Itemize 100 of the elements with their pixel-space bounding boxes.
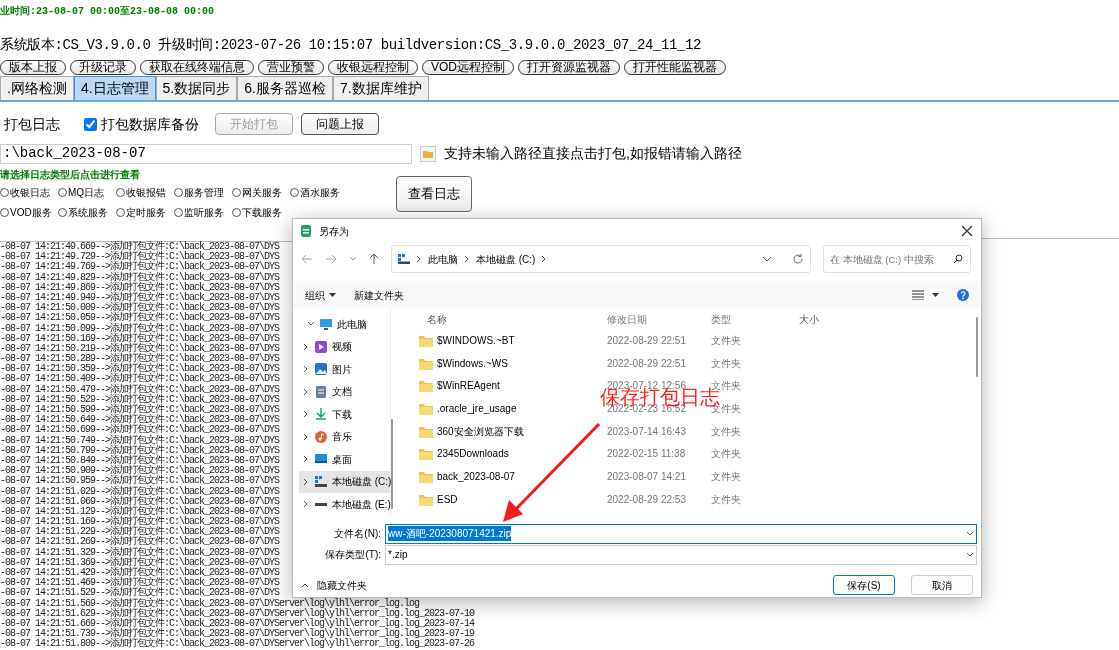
forward-icon[interactable] <box>325 254 337 264</box>
search-field[interactable]: 在 本地磁盘 (C:) 中搜索 <box>823 245 971 273</box>
radio-button[interactable] <box>174 187 183 197</box>
nav-item[interactable]: 图片 <box>299 358 390 381</box>
file-name[interactable]: 360安全浏览器下载 <box>437 423 524 439</box>
file-type: 文件夹 <box>711 356 742 371</box>
tool-button[interactable]: 收银远程控制 <box>328 60 418 75</box>
nav-item[interactable]: 视频 <box>299 335 390 358</box>
nav-item[interactable]: 下载 <box>299 403 390 426</box>
tab[interactable]: 4.日志管理 <box>73 76 156 100</box>
radio-button[interactable] <box>0 187 9 197</box>
tool-button[interactable]: 获取在线终端信息 <box>140 60 254 75</box>
radio-label: 收银报错 <box>126 185 166 200</box>
close-icon[interactable] <box>961 225 973 237</box>
radio-button[interactable] <box>232 187 241 197</box>
nav-item[interactable]: 此电脑 <box>299 313 390 336</box>
caret-icon <box>301 582 309 588</box>
refresh-icon[interactable] <box>792 253 804 265</box>
file-date: 2023-07-14 16:43 <box>607 424 687 439</box>
breadcrumb-item[interactable]: 本地磁盘 (C:) <box>476 251 536 267</box>
radio-button[interactable] <box>0 207 9 217</box>
hide-folders-toggle[interactable]: 隐藏文件夹 <box>317 577 367 593</box>
organize-menu[interactable]: 组织 <box>305 287 325 303</box>
log-line: -08-07 14:21:50.059-->添加打包文件:C:\back_2023-08-07\DYS <box>0 313 280 324</box>
log-line: -08-07 14:21:51.669-->添加打包文件:C:\back_2023-08-07\DYServer\log\ylhl\error_log.log_2023-07-14 <box>0 618 475 629</box>
log-line: -08-07 14:21:49.769-->添加打包文件:C:\back_2023-08-07\DYS <box>0 262 280 273</box>
log-line: -08-07 14:21:50.529-->添加打包文件:C:\back_2023-08-07\DYS <box>0 394 280 405</box>
nav-item[interactable]: 本地磁盘 (E:) <box>299 493 390 515</box>
log-line: -08-07 14:21:51.429-->添加打包文件:C:\back_2023-08-07\DYS <box>0 568 280 578</box>
file-type: 文件夹 <box>711 492 742 507</box>
file-name[interactable]: back_2023-08-07 <box>437 468 515 484</box>
tool-button[interactable]: 升级记录 <box>70 60 136 75</box>
file-date: 2022-08-29 22:53 <box>607 492 687 507</box>
view-icon[interactable] <box>912 290 924 300</box>
breadcrumb-item[interactable]: 此电脑 <box>428 251 458 267</box>
log-line: -08-07 14:21:50.749-->添加打包文件:C:\back_2023-08-07\DYS <box>0 435 280 446</box>
radio-label: 监听服务 <box>184 205 224 220</box>
checkbox-label: 打包数据库备份 <box>101 114 199 134</box>
tool-button[interactable]: 打开性能监视器 <box>624 60 726 75</box>
new-folder-button[interactable]: 新建文件夹 <box>354 287 894 303</box>
tool-button[interactable]: 打开资源监视器 <box>518 60 620 75</box>
up-icon[interactable] <box>369 253 379 265</box>
tool-button[interactable]: 版本上报 <box>0 60 66 75</box>
tab[interactable]: 7.数据库维护 <box>332 76 429 100</box>
nav-item[interactable]: 本地磁盘 (C:) <box>299 470 390 493</box>
search-icon[interactable] <box>953 254 963 264</box>
tab[interactable]: 6.服务器巡检 <box>237 76 333 100</box>
view-log-button[interactable]: 查看日志 <box>396 176 472 212</box>
tab[interactable]: .网络检测 <box>0 76 74 100</box>
computer-icon <box>320 318 332 331</box>
radio-button[interactable] <box>58 207 67 217</box>
file-name[interactable]: ESD <box>437 491 458 507</box>
log-line: -08-07 14:21:51.129-->添加打包文件:C:\back_2023-08-07\DYS <box>0 506 280 517</box>
file-name[interactable]: $Windows.~WS <box>437 355 508 371</box>
folder-icon <box>419 492 433 506</box>
cancel-button[interactable]: 取消 <box>911 575 973 595</box>
app-icon <box>301 225 311 237</box>
log-line: -08-07 14:21:51.269-->添加打包文件:C:\back_2023-08-07\DYS <box>0 537 280 548</box>
nav-item[interactable]: 桌面 <box>299 448 390 471</box>
tool-button[interactable]: VOD远程控制 <box>422 60 514 75</box>
column-header[interactable]: 类型 <box>711 311 799 327</box>
chevron-icon <box>416 255 422 263</box>
radio-button[interactable] <box>174 207 183 217</box>
radio-button[interactable] <box>116 187 125 197</box>
file-name[interactable]: .oracle_jre_usage <box>437 400 517 416</box>
log-line: -08-07 14:21:50.099-->添加打包文件:C:\back_2023-08-07\DYS <box>0 323 280 334</box>
save-button[interactable]: 保存(S) <box>833 575 895 595</box>
log-line: -08-07 14:21:49.829-->添加打包文件:C:\back_2023-08-07\DYS <box>0 272 280 283</box>
radio-button[interactable] <box>232 207 241 217</box>
address-bar[interactable]: 此电脑 本地磁盘 (C:) <box>391 245 811 273</box>
path-field[interactable]: :\back_2023-08-07 <box>0 143 412 164</box>
radio-button[interactable] <box>290 187 299 197</box>
chevron-icon <box>302 342 310 351</box>
radio-button[interactable] <box>58 187 67 197</box>
file-name[interactable]: 2345Downloads <box>437 446 509 462</box>
radio-label: 酒水服务 <box>300 185 340 200</box>
dropdown-icon[interactable] <box>762 256 772 262</box>
nav-item[interactable]: 文档 <box>299 380 390 403</box>
tab[interactable]: 5.数据同步 <box>155 76 238 100</box>
version-info-text: 系统版本:CS_V3.9.0.0 升级时间:2023-07-26 10:15:07 buildversion:CS_3.9.0.0_2023_07_24_11_12 <box>0 36 702 55</box>
caret-icon[interactable] <box>349 256 357 262</box>
radio-button[interactable] <box>116 207 125 217</box>
help-icon[interactable] <box>957 289 969 301</box>
file-name[interactable]: $WINDOWS.~BT <box>437 332 515 348</box>
back-icon[interactable] <box>301 254 313 264</box>
filename-field[interactable]: ww-酒吧-202308071421.zip <box>385 523 977 544</box>
drive-icon <box>315 475 327 488</box>
nav-item[interactable]: 音乐 <box>299 425 390 448</box>
tool-button[interactable]: 营业预警 <box>258 60 324 75</box>
filetype-select[interactable]: *.zip <box>385 544 977 565</box>
file-date: 2023-08-07 14:21 <box>607 469 687 484</box>
column-header[interactable]: 名称 <box>419 311 607 327</box>
action-button[interactable]: 问题上报 <box>301 113 379 135</box>
log-line: -08-07 14:21:51.569-->添加打包文件:C:\back_2023-08-07\DYServer\log\ylhl\error_log.log <box>0 598 420 609</box>
checkbox[interactable] <box>84 117 97 131</box>
file-name[interactable]: $WinREAgent <box>437 378 500 394</box>
column-header[interactable]: 大小 <box>799 311 859 327</box>
file-type: 文件夹 <box>711 424 742 439</box>
radio-label: MQ日志 <box>68 185 105 200</box>
column-header[interactable]: 修改日期 <box>607 311 711 327</box>
